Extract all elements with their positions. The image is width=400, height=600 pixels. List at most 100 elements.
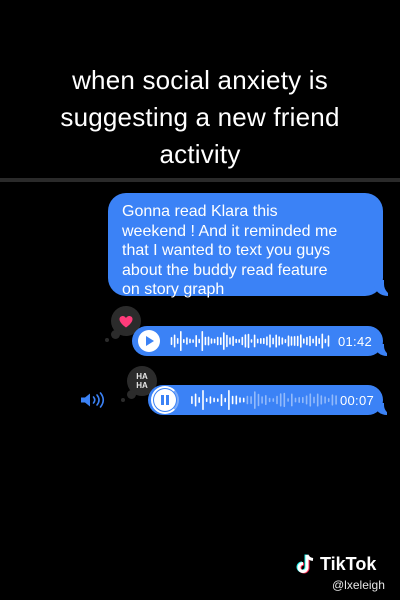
play-button[interactable]: [138, 330, 160, 352]
waveform-bar: [247, 333, 250, 349]
waveform-bar: [232, 336, 234, 346]
waveform-bar: [250, 396, 252, 404]
waveform-bar: [302, 396, 304, 404]
bubble-tail: [374, 278, 396, 296]
waveform-bar: [272, 337, 274, 345]
waveform-bar: [238, 339, 240, 343]
waveform-bar: [239, 397, 241, 403]
waveform-bar: [321, 333, 324, 349]
audio-duration: 01:42: [338, 334, 373, 349]
audio-waveform[interactable]: [190, 389, 338, 411]
creator-handle: @lxeleigh: [332, 578, 385, 592]
waveform-bar: [306, 336, 308, 346]
waveform-bar: [257, 393, 260, 407]
waveform-bar: [198, 338, 200, 344]
waveform-bar: [300, 334, 302, 348]
waveform-bar: [294, 397, 297, 403]
waveform-bar: [312, 338, 314, 344]
waveform-bar: [244, 334, 247, 348]
message-line: that I wanted to text you guys: [122, 242, 331, 259]
waveform-bar: [263, 337, 265, 345]
bubble-tail: [375, 342, 394, 356]
waveform-bar: [278, 336, 280, 346]
waveform-bar: [303, 338, 305, 344]
waveform-bar: [313, 396, 315, 404]
waveform-bar: [201, 331, 204, 351]
waveform-bar: [283, 392, 286, 408]
waveform-bar: [198, 397, 200, 403]
audio-message[interactable]: 01:42: [132, 326, 394, 356]
reaction-dot: [127, 390, 136, 399]
waveform-bar: [235, 338, 237, 344]
caption-text: when social anxiety is suggesting a new …: [0, 62, 400, 173]
waveform-bar: [324, 338, 327, 344]
waveform-bar: [272, 398, 275, 402]
message-line: weekend ! And it reminded me: [122, 222, 338, 240]
waveform-bar: [186, 337, 188, 345]
caption-line: when social anxiety is: [72, 65, 328, 95]
message-bubble[interactable]: Gonna read Klara this weekend ! And it r…: [108, 193, 396, 298]
waveform-bar: [210, 338, 213, 344]
message-line: on story graph: [122, 281, 225, 298]
tiktok-logo: TikTok: [296, 551, 386, 575]
waveform-bar: [209, 396, 212, 404]
waveform-bar: [202, 390, 204, 410]
audio-waveform[interactable]: [170, 330, 330, 352]
waveform-bar: [287, 398, 289, 402]
waveform-bar: [296, 335, 299, 347]
waveform-bar: [265, 395, 267, 405]
waveform-bar: [204, 336, 207, 346]
waveform-bar: [315, 335, 317, 347]
waveform-bar: [228, 390, 230, 410]
message-line: Gonna read Klara this: [122, 203, 278, 220]
message-line: about the buddy read feature: [122, 261, 328, 279]
waveform-bar: [284, 339, 287, 344]
reaction-dot: [121, 398, 125, 402]
waveform-bar: [189, 338, 191, 344]
pause-button[interactable]: [154, 389, 176, 411]
waveform-bar: [213, 338, 216, 344]
waveform-bar: [309, 335, 311, 347]
waveform-bar: [229, 337, 231, 345]
haha-label: HA HA: [127, 372, 157, 390]
waveform-bar: [176, 338, 179, 344]
audio-message[interactable]: 00:07: [148, 385, 394, 415]
waveform-bar: [231, 395, 234, 405]
waveform-bar: [173, 334, 176, 348]
waveform-bar: [268, 397, 271, 403]
waveform-bar: [275, 334, 277, 348]
waveform-bar: [250, 339, 253, 343]
waveform-bar: [324, 396, 326, 404]
waveform-bar: [281, 337, 284, 345]
waveform-bar: [246, 395, 249, 405]
waveform-bar: [254, 391, 256, 409]
audio-duration: 00:07: [340, 393, 375, 408]
waveform-bar: [320, 395, 323, 405]
divider: [0, 178, 400, 182]
caption-line: activity: [159, 139, 241, 169]
waveform-bar: [290, 336, 293, 346]
waveform-bar: [327, 398, 330, 403]
waveform-bar: [191, 396, 193, 404]
waveform-bar: [269, 334, 271, 348]
waveform-bar: [192, 339, 194, 343]
waveform-bar: [183, 339, 185, 343]
waveform-bar: [291, 393, 293, 407]
waveform-bar: [305, 395, 308, 405]
waveform-bar: [220, 394, 223, 407]
speaker-icon[interactable]: [80, 392, 106, 408]
reaction-dot: [105, 338, 109, 342]
waveform-bar: [298, 397, 300, 403]
haha-label-line: HA: [136, 372, 148, 381]
waveform-bar: [331, 394, 334, 406]
waveform-bar: [266, 336, 268, 346]
waveform-bar: [279, 393, 282, 407]
waveform-bar: [235, 395, 238, 405]
waveform-bar: [335, 395, 337, 405]
waveform-bar: [318, 338, 320, 344]
pause-icon: [161, 395, 164, 405]
pause-icon: [166, 395, 169, 405]
waveform-bar: [170, 337, 173, 345]
waveform-bar: [195, 335, 197, 348]
waveform-bar: [276, 395, 278, 405]
